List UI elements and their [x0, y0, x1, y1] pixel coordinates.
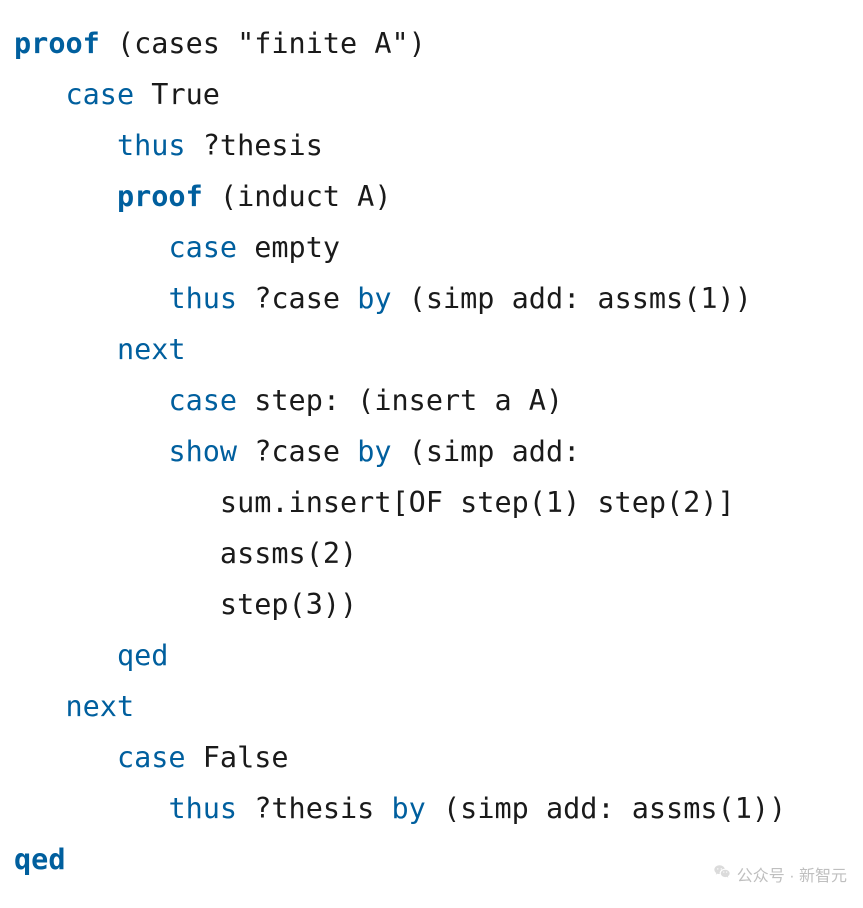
- code-token: True: [134, 78, 220, 111]
- code-token: (cases "finite A"): [100, 27, 426, 60]
- code-token: step(3)): [220, 588, 357, 621]
- code-token: proof: [117, 180, 203, 213]
- code-token: by: [357, 435, 391, 468]
- code-token: (simp add: assms(1)): [426, 792, 786, 825]
- code-token: ?case: [237, 282, 357, 315]
- code-token: by: [392, 792, 426, 825]
- code-token: by: [357, 282, 391, 315]
- code-token: case: [117, 741, 186, 774]
- code-token: sum.insert[OF step(1) step(2)]: [220, 486, 735, 519]
- code-block: proof (cases "finite A") case True thus …: [0, 0, 863, 903]
- code-token: next: [65, 690, 134, 723]
- code-token: case: [65, 78, 134, 111]
- code-token: (induct A): [203, 180, 392, 213]
- code-line: proof (induct A): [14, 171, 849, 222]
- code-line: case empty: [14, 222, 849, 273]
- code-token: thus: [168, 792, 237, 825]
- code-line: thus ?thesis: [14, 120, 849, 171]
- code-token: case: [168, 231, 237, 264]
- code-line: case True: [14, 69, 849, 120]
- code-token: empty: [237, 231, 340, 264]
- code-line: next: [14, 681, 849, 732]
- code-line: sum.insert[OF step(1) step(2)]: [14, 477, 849, 528]
- code-token: proof: [14, 27, 100, 60]
- code-token: ?thesis: [237, 792, 391, 825]
- code-token: thus: [117, 129, 186, 162]
- code-token: thus: [168, 282, 237, 315]
- code-token: ?case: [237, 435, 357, 468]
- code-token: qed: [14, 843, 65, 876]
- code-token: qed: [117, 639, 168, 672]
- code-line: qed: [14, 834, 849, 885]
- code-token: case: [168, 384, 237, 417]
- code-token: ?thesis: [186, 129, 323, 162]
- code-token: next: [117, 333, 186, 366]
- code-token: assms(2): [220, 537, 357, 570]
- code-line: assms(2): [14, 528, 849, 579]
- code-token: False: [186, 741, 289, 774]
- code-line: thus ?thesis by (simp add: assms(1)): [14, 783, 849, 834]
- code-line: next: [14, 324, 849, 375]
- code-line: proof (cases "finite A"): [14, 18, 849, 69]
- code-token: (simp add:: [392, 435, 581, 468]
- code-line: thus ?case by (simp add: assms(1)): [14, 273, 849, 324]
- code-line: qed: [14, 630, 849, 681]
- code-token: step: (insert a A): [237, 384, 563, 417]
- code-line: case step: (insert a A): [14, 375, 849, 426]
- code-token: show: [168, 435, 237, 468]
- code-token: (simp add: assms(1)): [392, 282, 752, 315]
- code-line: step(3)): [14, 579, 849, 630]
- code-line: show ?case by (simp add:: [14, 426, 849, 477]
- code-line: case False: [14, 732, 849, 783]
